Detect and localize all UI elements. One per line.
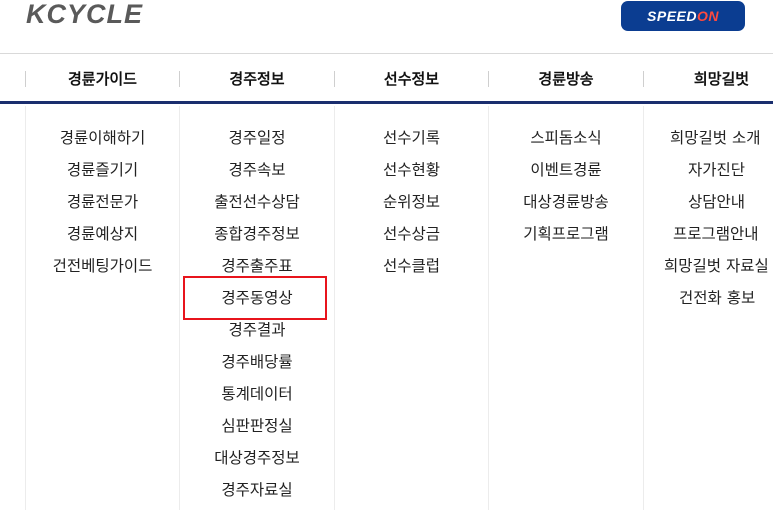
menu-item[interactable]: 출전선수상담: [180, 186, 334, 218]
menu-item[interactable]: 건전화 홍보: [644, 282, 773, 314]
menu-column-hope-path: 희망길벗 소개 자가진단 상담안내 프로그램안내 희망길벗 자료실 건전화 홍보: [644, 122, 773, 314]
menu-item[interactable]: 경주배당률: [180, 346, 334, 378]
menu-item[interactable]: 상담안내: [644, 186, 773, 218]
tab-player-info[interactable]: 선수정보: [335, 54, 488, 101]
menu-column-player-info: 선수기록 선수현황 순위정보 선수상금 선수클럽: [335, 122, 488, 282]
menu-item[interactable]: 희망길벗 소개: [644, 122, 773, 154]
speedon-label-accent: ON: [696, 8, 719, 24]
menu-item[interactable]: 대상경주정보: [180, 442, 334, 474]
tab-race-info[interactable]: 경주정보: [180, 54, 334, 101]
menu-item[interactable]: 경주자료실: [180, 474, 334, 506]
menu-item[interactable]: 선수기록: [335, 122, 488, 154]
highlight-box: [183, 276, 327, 320]
tab-kyeongryun-guide[interactable]: 경륜가이드: [26, 54, 179, 101]
menu-item[interactable]: 자가진단: [644, 154, 773, 186]
menu-item[interactable]: 선수클럽: [335, 250, 488, 282]
menu-item[interactable]: 기획프로그램: [489, 218, 643, 250]
menu-item[interactable]: 경주일정: [180, 122, 334, 154]
menu-item[interactable]: 선수상금: [335, 218, 488, 250]
menu-item[interactable]: 경륜예상지: [26, 218, 179, 250]
menu-item[interactable]: 경륜즐기기: [26, 154, 179, 186]
top-header: KCYCLE SPEEDON: [0, 0, 773, 54]
menu-item[interactable]: 스피돔소식: [489, 122, 643, 154]
menu-column-guide: 경륜이해하기 경륜즐기기 경륜전문가 경륜예상지 건전베팅가이드: [26, 122, 179, 282]
menu-item[interactable]: 건전베팅가이드: [26, 250, 179, 282]
menu-column-broadcast: 스피돔소식 이벤트경륜 대상경륜방송 기획프로그램: [489, 122, 643, 250]
menu-item[interactable]: 대상경륜방송: [489, 186, 643, 218]
kcycle-logo[interactable]: KCYCLE: [26, 0, 143, 28]
menu-item[interactable]: 경륜이해하기: [26, 122, 179, 154]
menu-item[interactable]: 순위정보: [335, 186, 488, 218]
speedon-button[interactable]: SPEEDON: [621, 1, 745, 31]
menu-item[interactable]: 종합경주정보: [180, 218, 334, 250]
tab-hope-path[interactable]: 희망길벗: [644, 54, 773, 101]
menu-item[interactable]: 희망길벗 자료실: [644, 250, 773, 282]
menu-item[interactable]: 심판판정실: [180, 410, 334, 442]
speedon-label: SPEED: [647, 8, 697, 24]
menu-item[interactable]: 통계데이터: [180, 378, 334, 410]
tab-broadcast[interactable]: 경륜방송: [489, 54, 643, 101]
menu-item[interactable]: 이벤트경륜: [489, 154, 643, 186]
menu-item[interactable]: 선수현황: [335, 154, 488, 186]
menu-item[interactable]: 경륜전문가: [26, 186, 179, 218]
menu-item[interactable]: 경주속보: [180, 154, 334, 186]
menu-item[interactable]: 프로그램안내: [644, 218, 773, 250]
main-nav: 경륜가이드 경주정보 선수정보 경륜방송 희망길벗: [0, 54, 773, 104]
